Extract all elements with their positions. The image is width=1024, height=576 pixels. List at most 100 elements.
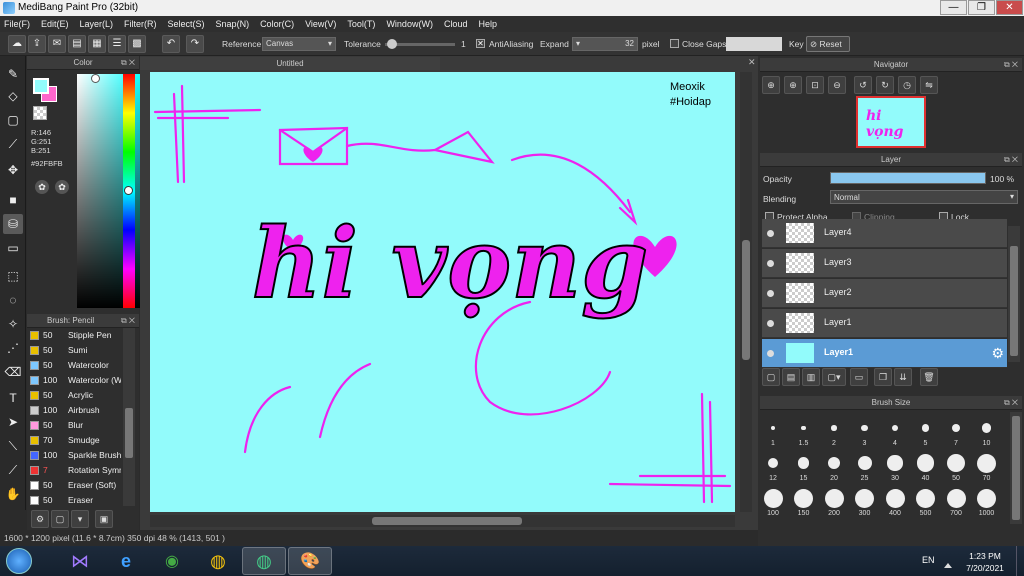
delete-layer-icon[interactable]: 🗑 [920,368,938,386]
menu-edit[interactable]: Edit(E) [41,19,69,29]
layer-row[interactable]: Layer1 [762,309,1007,338]
start-button[interactable] [6,548,32,574]
expand-icon[interactable]: ⧉ ✕ [1004,153,1018,167]
menu-view[interactable]: View(V) [305,19,336,29]
scrollbar-thumb[interactable] [1012,416,1020,520]
menu-window[interactable]: Window(W) [386,19,433,29]
brush-item[interactable]: 7 Rotation Symmetry [30,463,121,478]
redo-icon[interactable]: ↷ [186,35,204,53]
tray-arrow-icon[interactable] [944,558,952,568]
visibility-eye-icon[interactable] [767,230,774,237]
language-indicator[interactable]: EN [922,555,935,565]
visibility-eye-icon[interactable] [767,350,774,357]
operation-tool-icon[interactable]: ➤ [3,412,23,432]
brush-tool-icon[interactable]: ⟋ [3,134,23,154]
brush-size-dot[interactable] [916,454,935,472]
chat-icon[interactable]: ▤ [68,35,86,53]
brush-item[interactable]: 50 Acrylic [30,388,121,403]
scrollbar-thumb[interactable] [1010,246,1018,356]
new-8bit-layer-icon[interactable]: ▥ [802,368,820,386]
layer-settings-gear-icon[interactable]: ⚙ [991,345,1004,362]
expand-icon[interactable]: ⧉ ✕ [121,56,135,70]
reset-button[interactable]: ⊘ Reset [806,36,850,52]
document-icon[interactable]: ▦ [88,35,106,53]
close-gaps-field[interactable] [726,37,782,51]
zoom-out-icon[interactable]: ⊖ [828,76,846,94]
brush-item[interactable]: 50 Blur [30,418,121,433]
brush-size-dot[interactable] [763,488,783,508]
grid-icon[interactable]: ▩ [128,35,146,53]
scrollbar-thumb[interactable] [372,517,522,525]
new-folder-icon[interactable]: ▭ [850,368,868,386]
brush-size-dot[interactable] [794,488,813,508]
zoom-in-alt-icon[interactable]: ⊕ [784,76,802,94]
menu-color[interactable]: Color(C) [260,19,294,29]
undo-icon[interactable]: ↶ [162,35,180,53]
hand-tool-icon[interactable]: ✋ [3,484,23,504]
brush-item[interactable]: 70 Smudge [30,433,121,448]
brush-size-dot[interactable] [887,455,903,471]
canvas-close-icon[interactable]: ✕ [748,57,756,68]
fit-view-icon[interactable]: ⊡ [806,76,824,94]
pen-tool-icon[interactable]: ✎ [3,64,23,84]
brush-item[interactable]: 100 Airbrush [30,403,121,418]
rotate-right-icon[interactable]: ↻ [876,76,894,94]
internet-explorer-icon[interactable]: e [104,547,148,575]
expand-icon[interactable]: ⧉ ✕ [1004,58,1018,72]
tolerance-slider-knob[interactable] [386,39,397,49]
tolerance-slider[interactable] [385,39,455,49]
show-desktop-button[interactable] [1016,546,1024,576]
duplicate-layer-icon[interactable]: ❐ [874,368,892,386]
eyedropper-icon[interactable]: ⟋ [3,460,23,480]
brush-settings-icon[interactable]: ⚙ [31,510,49,528]
maximize-button[interactable]: ❐ [968,0,995,15]
transparent-swatch[interactable] [33,106,47,120]
select-eraser-icon[interactable]: ⌫ [3,362,23,382]
dot-tool-icon[interactable]: ▢ [3,110,23,130]
palette-icon[interactable]: ✿ [35,180,49,194]
expand-field[interactable]: ▾ 32 [572,37,638,51]
brush-item[interactable]: 50 Sumi [30,343,121,358]
visual-studio-icon[interactable]: ⋈ [58,547,102,575]
new-layer-icon[interactable]: ▢ [762,368,780,386]
horizontal-scrollbar[interactable] [150,515,735,527]
layer-row[interactable]: Layer3 [762,249,1007,278]
brush-size-dot[interactable] [916,488,935,508]
coccoc-icon[interactable]: ◉ [150,547,194,575]
brush-size-dot[interactable] [861,424,868,432]
menu-select[interactable]: Select(S) [168,19,205,29]
navigator-preview[interactable]: hi vọng [856,96,926,148]
reset-rotation-icon[interactable]: ◷ [898,76,916,94]
brush-delete-icon[interactable]: ▣ [95,510,113,528]
sv-picker-handle[interactable] [91,74,100,83]
menu-filter[interactable]: Filter(R) [124,19,157,29]
zoom-in-icon[interactable]: ⊕ [762,76,780,94]
drawing-canvas[interactable]: hi vọng Meoxik #Hoidap [150,72,735,512]
brush-item[interactable]: 50 Stipple Pen [30,328,121,343]
reference-select[interactable]: Canvas ▾ [262,37,336,51]
list-icon[interactable]: ☰ [108,35,126,53]
brush-item[interactable]: 50 Eraser [30,493,121,506]
chrome-active-icon[interactable]: ◍ [242,547,286,575]
palette-add-icon[interactable]: ✿ [55,180,69,194]
brush-item[interactable]: 50 Eraser (Soft) [30,478,121,493]
brush-list-scrollbar[interactable] [123,328,135,506]
gradient-tool-icon[interactable]: ▭ [3,238,23,258]
brush-size-dot[interactable] [921,424,930,432]
hue-slider-handle[interactable] [124,186,133,195]
clock[interactable]: 1:23 PM 7/20/2021 [962,550,1008,574]
layer-list-scrollbar[interactable] [1008,226,1020,362]
layer-row[interactable]: Layer2 [762,279,1007,308]
blending-select[interactable]: Normal ▾ [830,190,1018,204]
brush-menu-icon[interactable]: ▾ [71,510,89,528]
lasso-icon[interactable]: ◌ [3,290,23,310]
brush-size-dot[interactable] [827,456,841,470]
move-tool-icon[interactable]: ✥ [3,160,23,180]
new-halftone-layer-icon[interactable]: ▤ [782,368,800,386]
new-brush-icon[interactable]: ▢ [51,510,69,528]
brush-item[interactable]: 100 Watercolor (Wet) [30,373,121,388]
antialiasing-checkbox[interactable]: ✕ [476,39,485,48]
close-button[interactable]: ✕ [996,0,1023,15]
vertical-scrollbar[interactable] [740,72,752,512]
brush-size-dot[interactable] [770,425,776,431]
